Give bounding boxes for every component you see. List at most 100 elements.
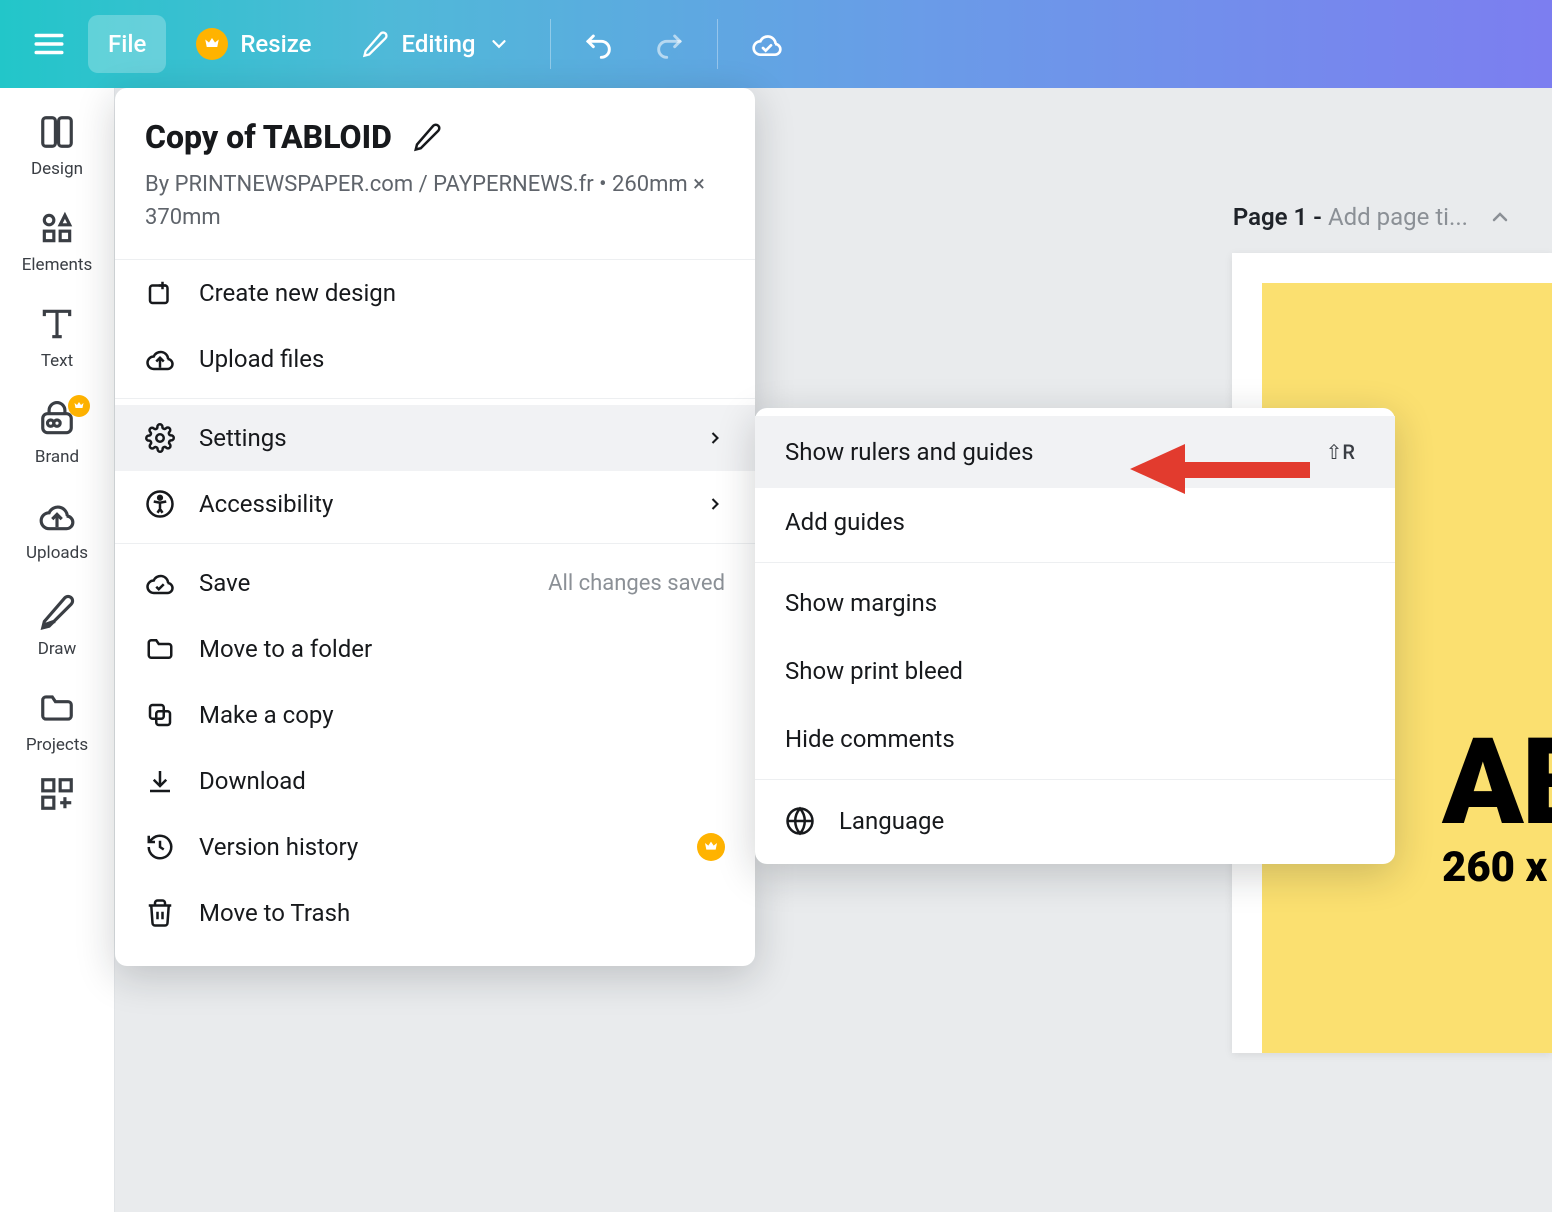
submenu-item-show-print-bleed[interactable]: Show print bleed	[755, 637, 1395, 705]
crown-badge-icon	[68, 395, 90, 417]
text-icon	[38, 305, 76, 343]
chevron-down-icon	[488, 33, 510, 55]
menu-item-label: Move to Trash	[199, 899, 725, 927]
menu-item-accessibility[interactable]: Accessibility	[115, 471, 755, 537]
elements-icon	[38, 209, 76, 247]
submenu-item-label: Hide comments	[785, 725, 1365, 753]
folder-icon	[145, 634, 175, 664]
menu-item-make-copy[interactable]: Make a copy	[115, 682, 755, 748]
file-button-label: File	[108, 30, 146, 58]
menu-item-save[interactable]: Save All changes saved	[115, 550, 755, 616]
cloud-sync-button[interactable]	[738, 15, 796, 73]
apps-icon	[38, 775, 76, 813]
settings-submenu: Show rulers and guides ⇧R Add guides Sho…	[755, 408, 1395, 864]
hamburger-icon	[32, 27, 66, 61]
submenu-item-hide-comments[interactable]: Hide comments	[755, 705, 1395, 773]
sidebar-item-projects[interactable]: Projects	[0, 689, 114, 755]
sidebar-item-apps[interactable]	[0, 775, 114, 813]
chevron-right-icon	[705, 494, 725, 514]
pencil-icon	[361, 30, 389, 58]
divider	[755, 779, 1395, 780]
sidebar-label: Projects	[26, 735, 88, 755]
save-status: All changes saved	[548, 571, 725, 596]
menu-item-label: Settings	[199, 424, 681, 452]
uploads-icon	[38, 497, 76, 535]
menu-item-label: Version history	[199, 833, 673, 861]
submenu-item-label: Show margins	[785, 589, 1365, 617]
sidebar-label: Brand	[35, 447, 79, 467]
sidebar-item-uploads[interactable]: Uploads	[0, 497, 114, 563]
sidebar-item-draw[interactable]: Draw	[0, 593, 114, 659]
page-header[interactable]: Page 1 - Add page ti...	[1233, 203, 1512, 231]
file-menu: Copy of TABLOID By PRINTNEWSPAPER.com / …	[115, 88, 755, 966]
sidebar-label: Elements	[22, 255, 92, 275]
sidebar-item-elements[interactable]: Elements	[0, 209, 114, 275]
sidebar-label: Uploads	[26, 543, 88, 563]
projects-icon	[38, 689, 76, 727]
submenu-item-show-margins[interactable]: Show margins	[755, 569, 1395, 637]
editing-button-label: Editing	[401, 30, 475, 58]
submenu-item-add-guides[interactable]: Add guides	[755, 488, 1395, 556]
crown-badge-icon	[697, 833, 725, 861]
chevron-right-icon	[705, 428, 725, 448]
undo-button[interactable]	[571, 15, 629, 73]
sidebar-item-text[interactable]: Text	[0, 305, 114, 371]
sidebar: Design Elements Text Brand Uploads Draw …	[0, 88, 115, 1212]
menu-item-upload-files[interactable]: Upload files	[115, 326, 755, 392]
divider	[115, 543, 755, 544]
gear-icon	[145, 423, 175, 453]
menu-item-download[interactable]: Download	[115, 748, 755, 814]
menu-item-label: Download	[199, 767, 725, 795]
divider	[550, 19, 551, 69]
document-title: Copy of TABLOID	[145, 118, 392, 156]
page-title-placeholder: Add page ti...	[1328, 203, 1468, 231]
submenu-item-label: Show rulers and guides	[785, 438, 1292, 466]
menu-item-label: Create new design	[199, 279, 725, 307]
editing-mode-button[interactable]: Editing	[341, 15, 529, 73]
page-number: Page 1 -	[1233, 203, 1328, 231]
divider	[755, 562, 1395, 563]
sidebar-item-design[interactable]: Design	[0, 113, 114, 179]
submenu-item-label: Add guides	[785, 508, 1365, 536]
cloud-check-icon	[751, 28, 783, 60]
accessibility-icon	[145, 489, 175, 519]
chevron-up-icon[interactable]	[1488, 205, 1512, 229]
submenu-item-language[interactable]: Language	[755, 786, 1395, 856]
crown-icon	[196, 28, 228, 60]
divider	[115, 398, 755, 399]
globe-icon	[785, 806, 815, 836]
resize-button-label: Resize	[240, 30, 311, 58]
keyboard-shortcut: ⇧R	[1316, 436, 1365, 468]
draw-icon	[38, 593, 76, 631]
upload-icon	[145, 344, 175, 374]
top-bar: File Resize Editing	[0, 0, 1552, 88]
menu-button[interactable]	[20, 15, 78, 73]
sidebar-item-brand[interactable]: Brand	[0, 401, 114, 467]
resize-button[interactable]: Resize	[176, 15, 331, 73]
submenu-item-show-rulers[interactable]: Show rulers and guides ⇧R	[755, 416, 1395, 488]
design-icon	[38, 113, 76, 151]
sidebar-label: Draw	[38, 639, 77, 659]
menu-item-label: Accessibility	[199, 490, 681, 518]
menu-item-label: Make a copy	[199, 701, 725, 729]
edit-title-icon[interactable]	[412, 122, 442, 152]
menu-item-create-design[interactable]: Create new design	[115, 260, 755, 326]
redo-button[interactable]	[639, 15, 697, 73]
undo-icon	[584, 28, 616, 60]
menu-item-trash[interactable]: Move to Trash	[115, 880, 755, 946]
sidebar-label: Text	[41, 351, 73, 371]
copy-icon	[145, 700, 175, 730]
menu-item-move-folder[interactable]: Move to a folder	[115, 616, 755, 682]
menu-item-settings[interactable]: Settings	[115, 405, 755, 471]
menu-item-label: Move to a folder	[199, 635, 725, 663]
menu-item-label: Save	[199, 569, 524, 597]
cloud-check-icon	[145, 568, 175, 598]
trash-icon	[145, 898, 175, 928]
menu-item-label: Upload files	[199, 345, 725, 373]
divider	[717, 19, 718, 69]
history-icon	[145, 832, 175, 862]
menu-item-version-history[interactable]: Version history	[115, 814, 755, 880]
document-heading: AB	[1442, 713, 1552, 853]
file-button[interactable]: File	[88, 15, 166, 73]
file-menu-header: Copy of TABLOID By PRINTNEWSPAPER.com / …	[115, 88, 755, 260]
